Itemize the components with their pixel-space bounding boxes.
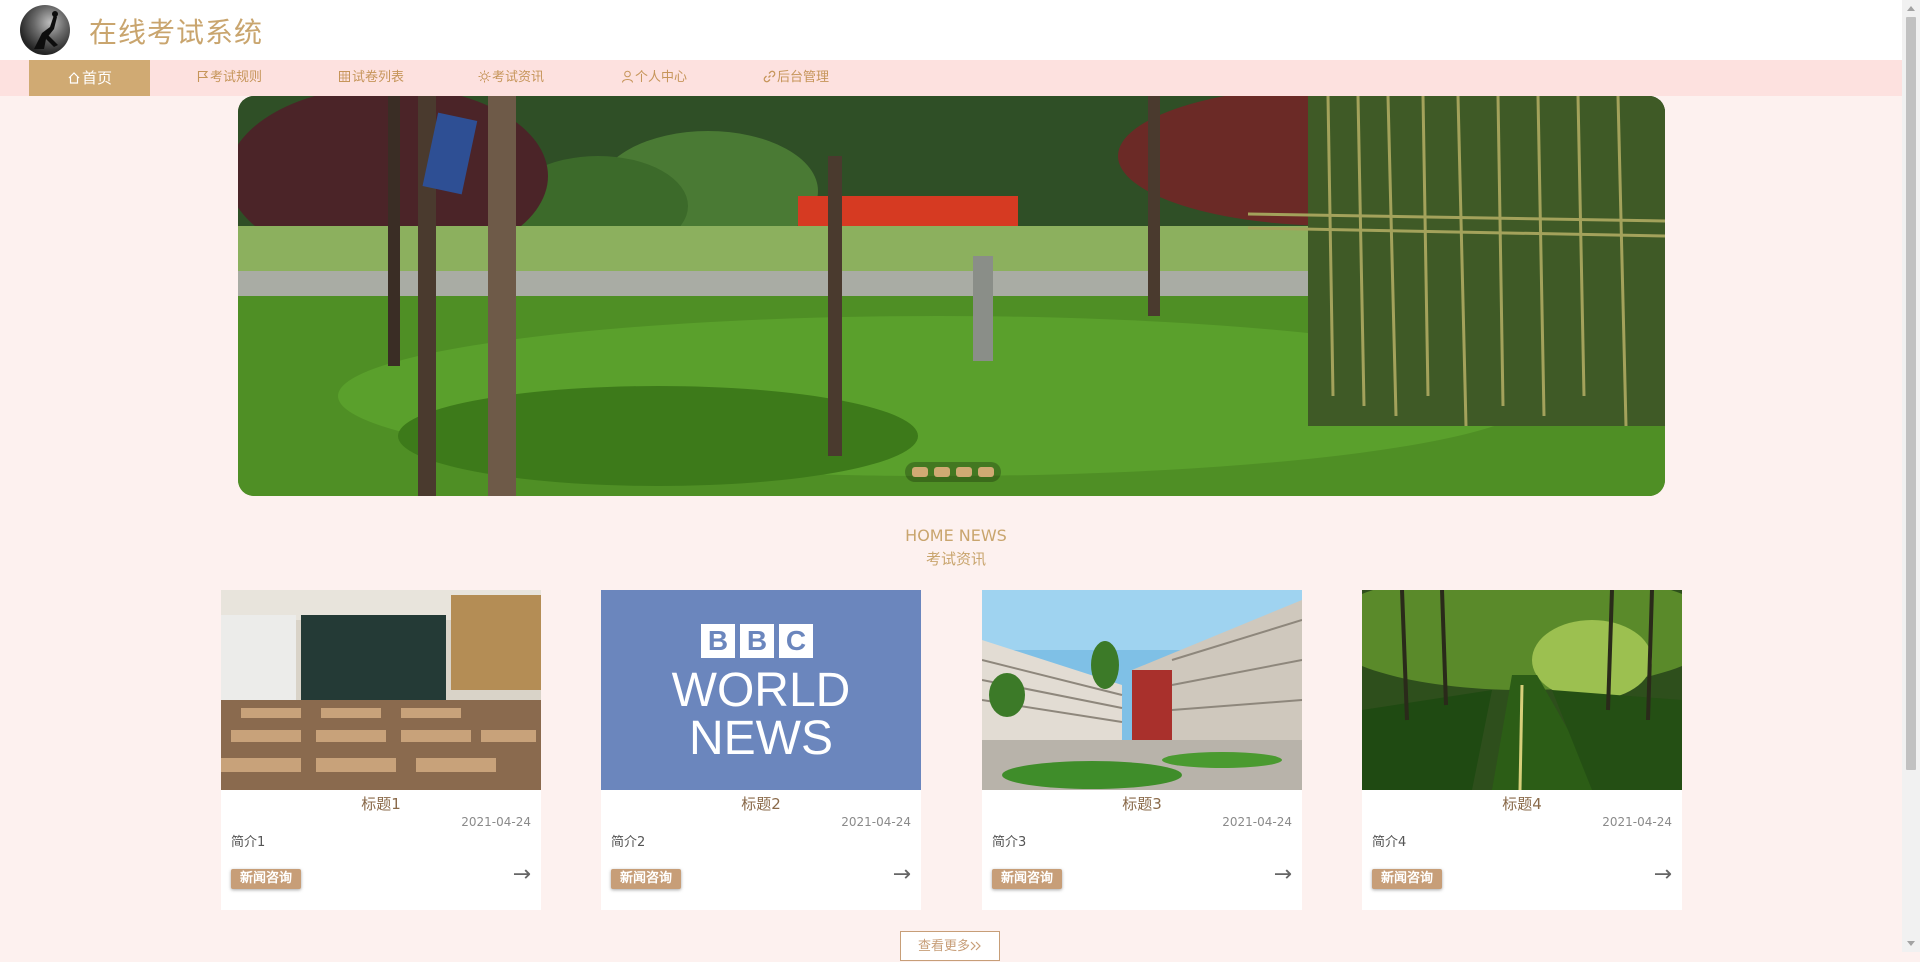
scrollbar-thumb[interactable] bbox=[1906, 17, 1916, 770]
news-card-image[interactable] bbox=[221, 590, 541, 790]
news-card-date: 2021-04-24 bbox=[1222, 815, 1292, 829]
view-more-button[interactable]: 查看更多 bbox=[900, 931, 1000, 961]
double-chevron-right-icon bbox=[970, 941, 981, 951]
news-card-title[interactable]: 标题3 bbox=[982, 793, 1302, 814]
link-icon bbox=[763, 70, 776, 83]
news-card-title[interactable]: 标题4 bbox=[1362, 793, 1682, 814]
bbc-logo-letter: B bbox=[740, 624, 774, 658]
nav-item-label: 试卷列表 bbox=[352, 70, 405, 85]
news-card-image[interactable]: B B C WORLD NEWS bbox=[601, 590, 921, 790]
nav-item-admin[interactable]: 后台管理 bbox=[763, 60, 829, 96]
banner-image bbox=[238, 96, 1665, 496]
news-card-image[interactable] bbox=[982, 590, 1302, 790]
nav-item-exam-rules[interactable]: 考试规则 bbox=[196, 60, 262, 96]
news-card-tag[interactable]: 新闻咨询 bbox=[1372, 869, 1443, 889]
scroll-up-icon[interactable] bbox=[1902, 0, 1920, 17]
sun-icon bbox=[478, 70, 491, 83]
nav-item-label: 首页 bbox=[81, 69, 112, 87]
news-card-tag[interactable]: 新闻咨询 bbox=[611, 869, 682, 889]
news-card[interactable]: 标题3 2021-04-24 简介3 新闻咨询 → bbox=[982, 590, 1302, 910]
news-card[interactable]: B B C WORLD NEWS 标题2 2021-04-24 简介2 新闻咨询… bbox=[601, 590, 921, 910]
user-icon bbox=[622, 70, 633, 83]
news-card-date: 2021-04-24 bbox=[1602, 815, 1672, 829]
news-card-arrow-icon[interactable]: → bbox=[1274, 862, 1292, 887]
news-card-image[interactable] bbox=[1362, 590, 1682, 790]
news-card-arrow-icon[interactable]: → bbox=[1654, 862, 1672, 887]
bbc-news-text: NEWS bbox=[689, 712, 833, 765]
bbc-logo-letter: C bbox=[779, 624, 813, 658]
logo[interactable] bbox=[20, 5, 70, 55]
site-title: 在线考试系统 bbox=[89, 16, 264, 49]
flag-icon bbox=[197, 70, 209, 82]
header: 在线考试系统 bbox=[0, 0, 1902, 60]
carousel-indicators bbox=[905, 462, 1001, 482]
page-scrollbar[interactable] bbox=[1902, 0, 1920, 952]
section-heading-cn: 考试资讯 bbox=[925, 550, 986, 568]
news-card-intro: 简介3 bbox=[992, 835, 1027, 850]
carousel-dot-1[interactable] bbox=[912, 467, 928, 477]
nav-item-paper-list[interactable]: 试卷列表 bbox=[338, 60, 404, 96]
news-card-arrow-icon[interactable]: → bbox=[513, 862, 531, 887]
section-heading-en: HOME NEWS bbox=[905, 526, 1007, 545]
news-card-intro: 简介2 bbox=[611, 835, 646, 850]
news-card-intro: 简介4 bbox=[1372, 835, 1407, 850]
news-card[interactable]: 标题1 2021-04-24 简介1 新闻咨询 → bbox=[221, 590, 541, 910]
nav-item-label: 考试规则 bbox=[210, 70, 263, 85]
news-card-date: 2021-04-24 bbox=[461, 815, 531, 829]
news-card-title[interactable]: 标题2 bbox=[601, 793, 921, 814]
carousel-dot-2[interactable] bbox=[934, 467, 950, 477]
news-card-intro: 简介1 bbox=[231, 835, 266, 850]
bbc-world-text: WORLD bbox=[671, 664, 851, 717]
nav-item-label: 个人中心 bbox=[635, 70, 688, 85]
news-card-arrow-icon[interactable]: → bbox=[893, 862, 911, 887]
nav-item-label: 后台管理 bbox=[777, 70, 830, 85]
grid-icon bbox=[339, 71, 350, 82]
bbc-logo-letter: B bbox=[701, 624, 735, 658]
news-card-date: 2021-04-24 bbox=[841, 815, 911, 829]
carousel-dot-3[interactable] bbox=[956, 467, 972, 477]
banner-carousel[interactable] bbox=[238, 96, 1665, 496]
news-card-tag[interactable]: 新闻咨询 bbox=[231, 869, 302, 889]
nav-item-home[interactable]: 首页 bbox=[29, 60, 150, 96]
nav-item-exam-news[interactable]: 考试资讯 bbox=[478, 60, 544, 96]
news-card[interactable]: 标题4 2021-04-24 简介4 新闻咨询 → bbox=[1362, 590, 1682, 910]
news-card-title[interactable]: 标题1 bbox=[221, 793, 541, 814]
nav-item-personal-center[interactable]: 个人中心 bbox=[621, 60, 687, 96]
home-icon bbox=[68, 72, 80, 84]
carousel-dot-4[interactable] bbox=[978, 467, 994, 477]
nav-item-label: 考试资讯 bbox=[492, 70, 545, 85]
scroll-down-icon[interactable] bbox=[1902, 935, 1920, 952]
news-card-tag[interactable]: 新闻咨询 bbox=[992, 869, 1063, 889]
nav-bar: 首页 考试规则 试卷列表 考试资讯 个人中心 后台管理 bbox=[0, 60, 1902, 96]
